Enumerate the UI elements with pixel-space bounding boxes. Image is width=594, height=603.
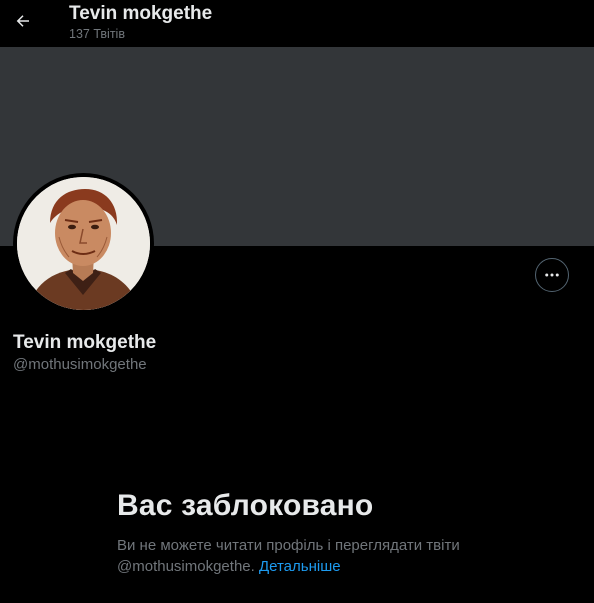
top-bar: Tevin mokgethe 137 Твітів xyxy=(0,0,594,46)
back-button[interactable] xyxy=(6,4,40,38)
profile-name: Tevin mokgethe xyxy=(13,332,157,353)
blocked-message-handle: @mothusimokgethe. xyxy=(117,558,255,575)
more-horizontal-icon xyxy=(545,273,559,277)
more-options-button[interactable] xyxy=(535,258,569,292)
avatar-image xyxy=(17,177,150,310)
blocked-title: Вас заблоковано xyxy=(117,489,374,522)
header-profile-name: Tevin mokgethe xyxy=(69,3,213,24)
blocked-message: Ви не можете читати профіль і переглядат… xyxy=(117,535,497,577)
avatar[interactable] xyxy=(13,173,154,314)
blocked-message-text: Ви не можете читати профіль і переглядат… xyxy=(117,537,460,554)
learn-more-link[interactable]: Детальніше xyxy=(259,558,341,575)
header-tweet-count: 137 Твітів xyxy=(69,27,125,41)
avatar-portrait xyxy=(17,177,150,310)
profile-handle: @mothusimokgethe xyxy=(13,356,147,373)
arrow-left-icon xyxy=(16,15,29,27)
